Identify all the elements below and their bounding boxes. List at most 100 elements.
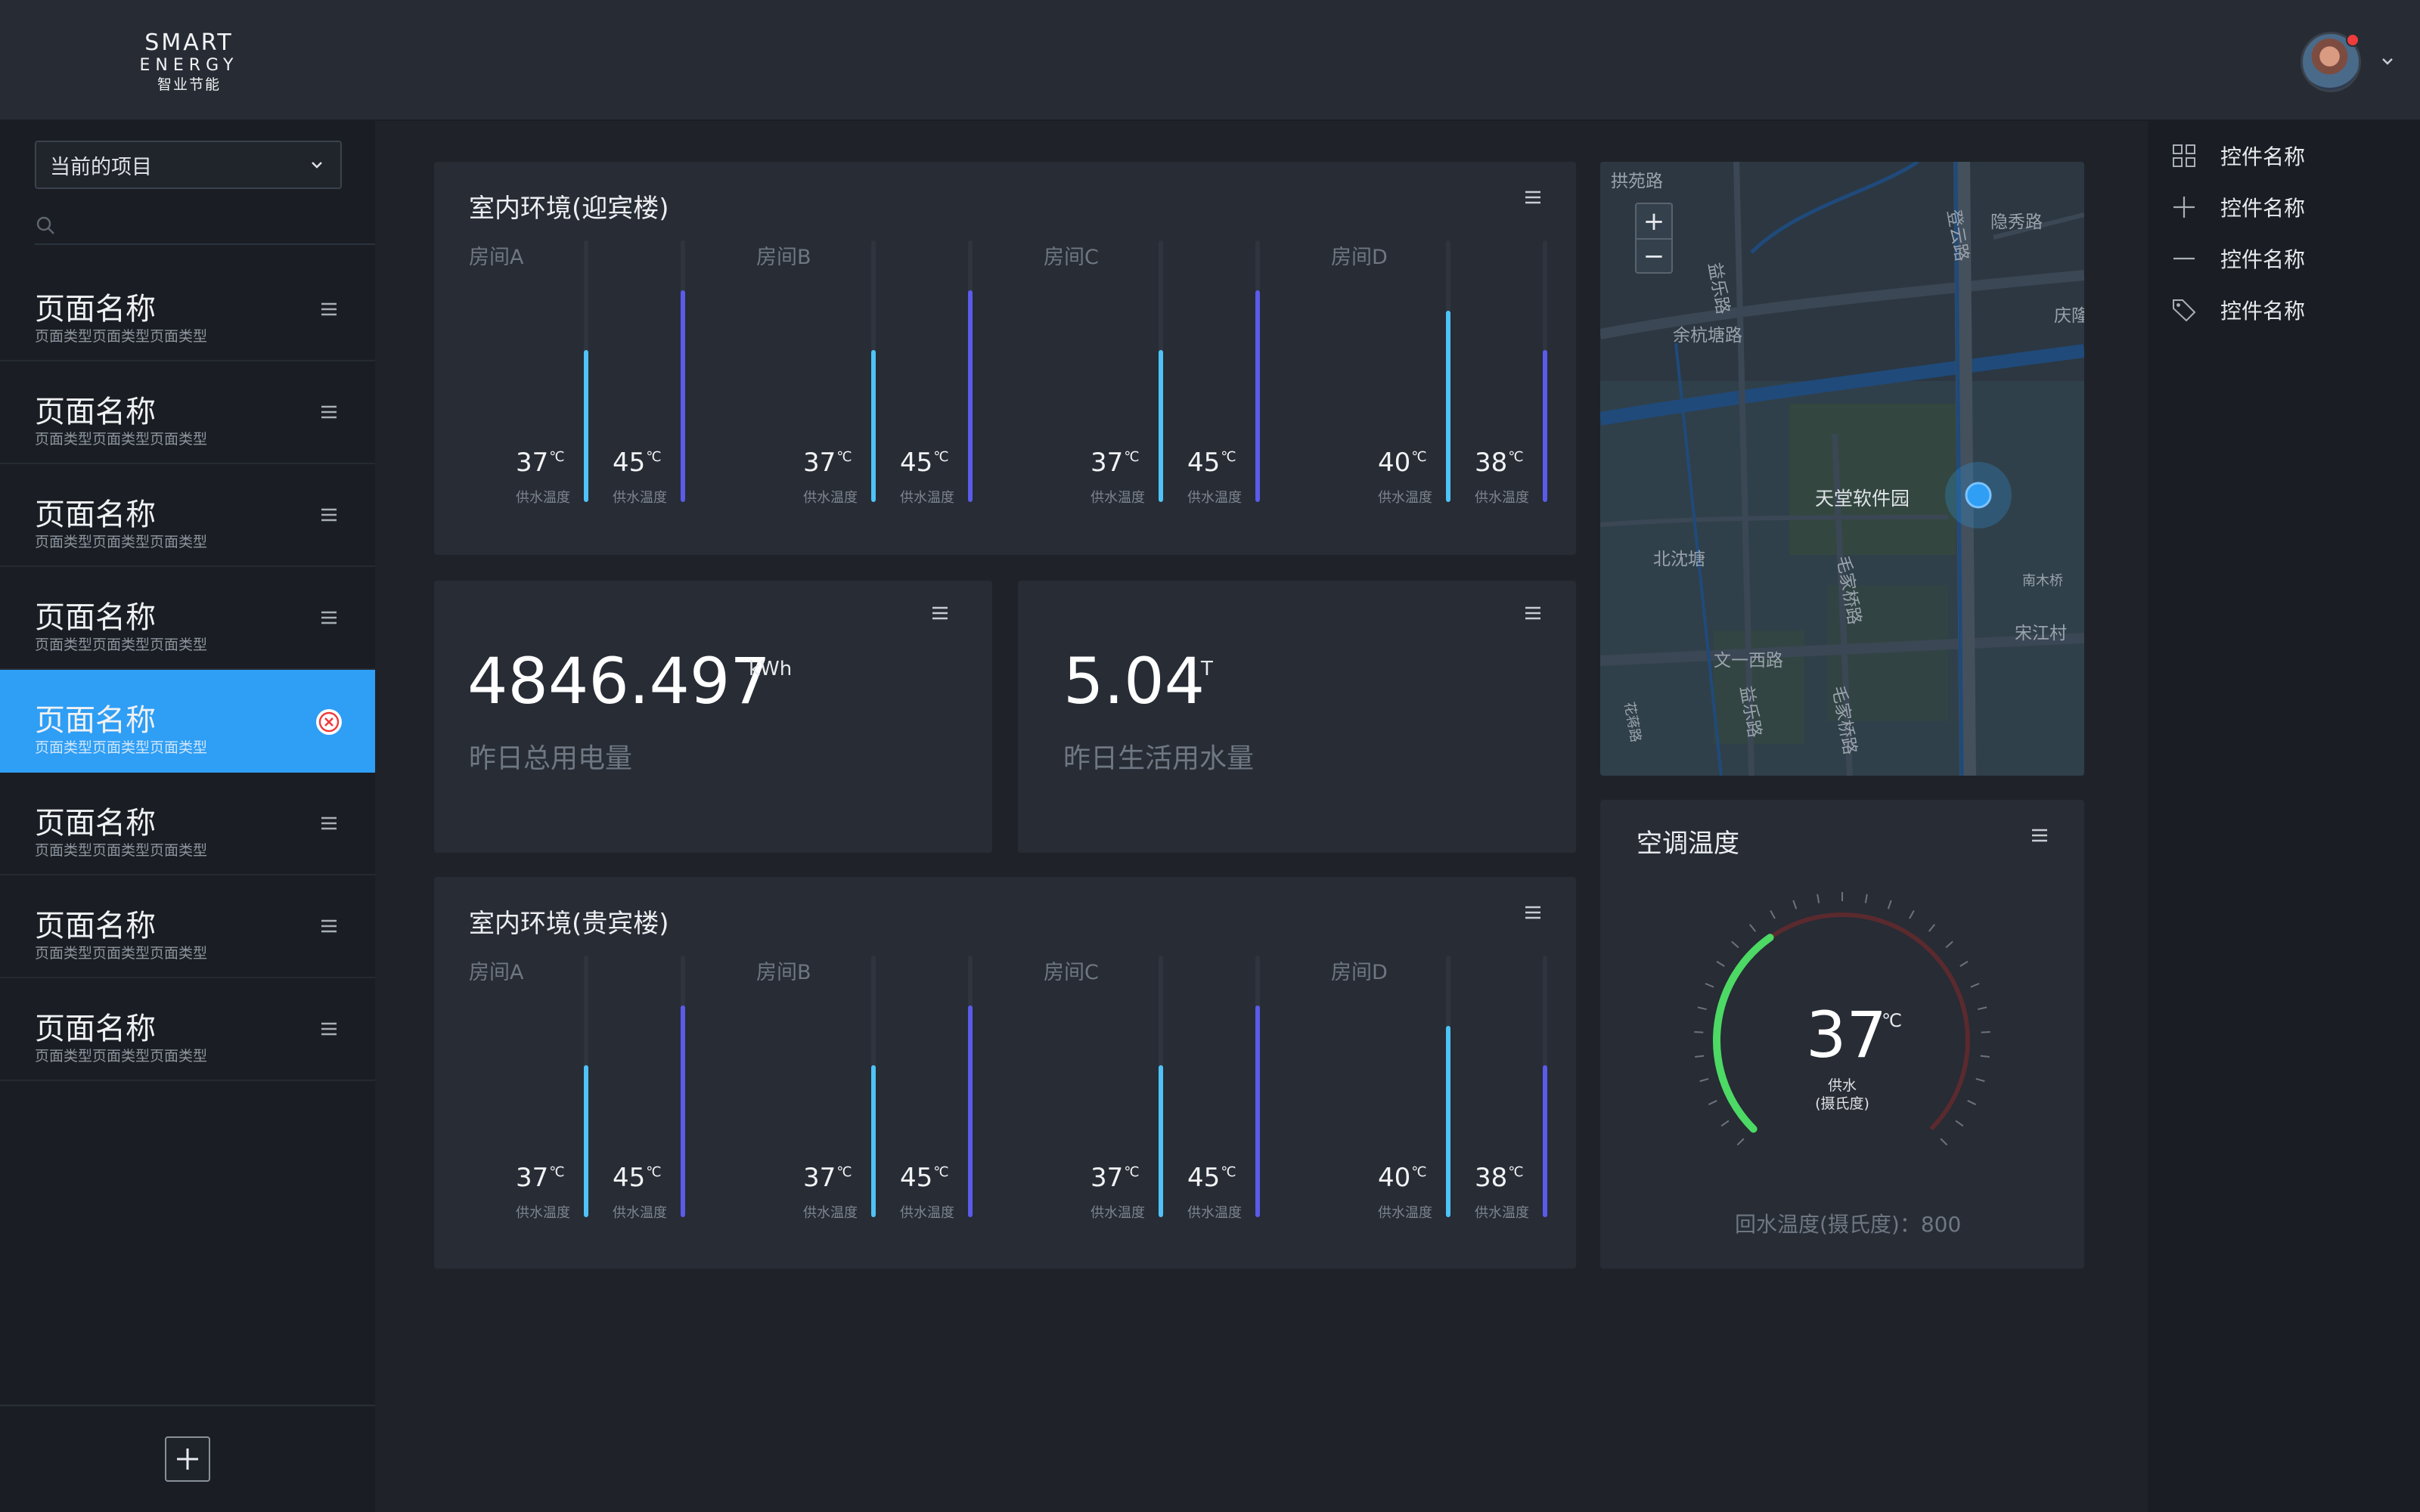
bar-fill — [1255, 290, 1260, 502]
temperature-value: 37℃ — [1091, 448, 1139, 478]
widget-item[interactable]: 控件名称 — [2170, 141, 2305, 171]
temperature-label: 供水温度 — [1378, 1205, 1432, 1221]
bar-fill — [968, 1005, 973, 1217]
zoom-in-button[interactable]: + — [1637, 204, 1671, 238]
value-number: 40 — [1378, 1163, 1411, 1193]
menu-icon[interactable] — [319, 1019, 339, 1039]
sidebar-item[interactable]: 页面名称 页面类型页面类型页面类型 — [0, 361, 375, 464]
sidebar-item[interactable]: 页面名称 页面类型页面类型页面类型 — [0, 259, 375, 361]
project-select[interactable]: 当前的项目 — [35, 141, 342, 189]
map-canvas[interactable] — [1600, 162, 2084, 776]
temperature-label: 供水温度 — [803, 490, 858, 506]
brand-line-2: ENERGY — [139, 56, 239, 75]
value-number: 40 — [1378, 448, 1411, 478]
brand-line-3: 智业节能 — [157, 76, 221, 93]
menu-icon[interactable] — [319, 916, 339, 936]
value-unit: ℃ — [1221, 449, 1236, 465]
map-label: 余杭塘路 — [1673, 326, 1742, 345]
room-name: 房间A — [469, 961, 524, 984]
widget-item[interactable]: 控件名称 — [2170, 192, 2305, 222]
value-unit: ℃ — [1411, 1164, 1427, 1180]
water-label: 昨日生活用水量 — [1063, 743, 1255, 774]
gauge-tick — [1792, 900, 1798, 909]
gauge-tick — [1720, 1120, 1730, 1127]
gauge-sub-2: (摄氏度) — [1815, 1095, 1869, 1112]
widget-item[interactable]: 控件名称 — [2170, 295, 2305, 325]
temperature-value: 38℃ — [1475, 448, 1523, 478]
value-number: 37 — [1091, 1163, 1124, 1193]
menu-icon[interactable] — [319, 299, 339, 319]
temperature-value: 45℃ — [900, 1163, 948, 1193]
add-page-button[interactable] — [165, 1436, 210, 1482]
sidebar-item-subtitle: 页面类型页面类型页面类型 — [35, 328, 208, 345]
map-label: 宋江村 — [2015, 624, 2067, 643]
env-card-yingbin: 室内环境(迎宾楼) 房间A 37℃ 供水温度 45℃ 供水温度 房间B 37℃ 供水温度 45℃… — [434, 162, 1576, 555]
sidebar-item-subtitle: 页面类型页面类型页面类型 — [35, 534, 208, 550]
map-label: 北沈塘 — [1653, 550, 1705, 569]
sidebar-item[interactable]: 页面名称 页面类型页面类型页面类型 — [0, 875, 375, 978]
menu-icon[interactable] — [930, 603, 950, 623]
sidebar-item[interactable]: 页面名称 页面类型页面类型页面类型 — [0, 567, 375, 670]
gauge-tick — [1981, 1031, 1990, 1033]
bar-track — [1543, 240, 1547, 502]
map-label: 隐秀路 — [1990, 212, 2043, 232]
widget-item[interactable]: 控件名称 — [2170, 243, 2305, 274]
temperature-value: 38℃ — [1475, 1163, 1523, 1193]
brand-logo[interactable]: SMART ENERGY 智业节能 — [136, 30, 242, 94]
menu-icon[interactable] — [319, 813, 339, 833]
sidebar-item[interactable]: 页面名称 页面类型页面类型页面类型 — [0, 670, 375, 773]
value-unit: ℃ — [933, 449, 949, 465]
temperature-label: 供水温度 — [1187, 490, 1242, 506]
temperature-label: 供水温度 — [803, 1205, 858, 1221]
location-pin-icon[interactable] — [1965, 482, 1992, 509]
value-unit: ℃ — [549, 1164, 565, 1180]
bar-track — [968, 956, 973, 1217]
room-group: 房间C 37℃ 供水温度 45℃ 供水温度 — [1044, 877, 1331, 1269]
gauge-tick — [1955, 1120, 1964, 1127]
gauge-tick — [1695, 1055, 1705, 1058]
sidebar-item[interactable]: 页面名称 页面类型页面类型页面类型 — [0, 464, 375, 567]
menu-icon[interactable] — [319, 505, 339, 525]
gauge-tick — [1909, 909, 1915, 919]
zoom-out-button[interactable]: − — [1637, 238, 1671, 272]
sidebar-item[interactable]: 页面名称 页面类型页面类型页面类型 — [0, 773, 375, 875]
value-unit: ℃ — [646, 1164, 662, 1180]
bar-track — [968, 240, 973, 502]
value-unit: ℃ — [1124, 1164, 1140, 1180]
chevron-down-icon[interactable] — [2379, 53, 2396, 70]
map-label: 天堂软件园 — [1815, 488, 1910, 510]
room-name: 房间B — [756, 246, 811, 269]
gauge-tick — [1975, 1077, 1985, 1083]
map-widget[interactable]: + − 拱苑路 余杭塘路 益乐路 天堂软件园 北沈塘 毛家桥路 文一西路 宋江村… — [1600, 162, 2084, 776]
widget-label: 控件名称 — [2220, 196, 2306, 221]
zoom-control: + − — [1635, 203, 1673, 274]
temperature-label: 供水温度 — [900, 490, 954, 506]
temperature-value: 45℃ — [900, 448, 948, 478]
ac-temperature-card: 空调温度 37 ℃ 供水 (摄氏度) 回水温度(摄氏度)：800 — [1600, 800, 2084, 1269]
value-unit: ℃ — [933, 1164, 949, 1180]
close-icon[interactable] — [316, 709, 342, 735]
gauge-tick — [1708, 1099, 1717, 1105]
room-name: 房间A — [469, 246, 524, 269]
menu-icon[interactable] — [1523, 603, 1543, 623]
bar-fill — [871, 350, 876, 502]
plus-icon — [2173, 197, 2195, 218]
widget-label: 控件名称 — [2220, 247, 2306, 272]
value-number: 38 — [1475, 448, 1508, 478]
search-input[interactable] — [35, 210, 375, 240]
value-number: 37 — [516, 1163, 549, 1193]
minus-icon — [2173, 257, 2195, 260]
map-label: 拱苑路 — [1611, 172, 1663, 191]
gauge-tick — [1967, 1099, 1977, 1105]
sidebar-item[interactable]: 页面名称 页面类型页面类型页面类型 — [0, 978, 375, 1081]
value-number: 37 — [803, 448, 836, 478]
menu-icon[interactable] — [319, 402, 339, 422]
value-unit: ℃ — [1508, 1164, 1524, 1180]
menu-icon[interactable] — [319, 608, 339, 627]
divider — [0, 1405, 375, 1406]
gauge-value: 37 — [1806, 998, 1887, 1072]
tag-icon — [2173, 299, 2196, 322]
room-name: 房间C — [1044, 246, 1099, 269]
sidebar-item-subtitle: 页面类型页面类型页面类型 — [35, 739, 208, 756]
gauge-fill — [1713, 934, 1774, 1133]
